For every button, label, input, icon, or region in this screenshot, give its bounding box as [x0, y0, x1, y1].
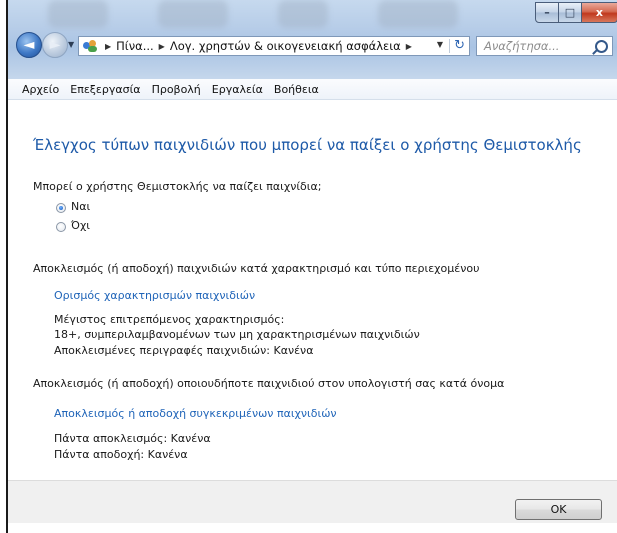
- blocked-descriptors: Αποκλεισμένες περιγραφές παιχνιδιών: Καν…: [54, 344, 314, 357]
- search-input[interactable]: Αναζήτησα...: [476, 36, 613, 56]
- breadcrumb-control-panel[interactable]: Πίνα...: [116, 39, 154, 53]
- main-content: Έλεγχος τύπων παιχνιδιών που μπορεί να π…: [8, 100, 617, 480]
- always-block: Πάντα αποκλεισμός: Κανένα: [54, 432, 211, 445]
- page-title: Έλεγχος τύπων παιχνιδιών που μπορεί να π…: [33, 136, 582, 154]
- ok-button[interactable]: OK: [515, 499, 602, 520]
- breadcrumb-separator[interactable]: ▶: [159, 42, 165, 51]
- address-dropdown-icon[interactable]: ▼: [437, 40, 443, 49]
- dialog-footer: OK: [8, 480, 617, 524]
- breadcrumb-separator[interactable]: ▶: [105, 42, 111, 51]
- family-safety-icon: [83, 39, 99, 53]
- back-button[interactable]: ◄: [16, 32, 42, 58]
- maximize-button[interactable]: □: [558, 2, 582, 23]
- address-divider: [449, 39, 450, 53]
- breadcrumb-separator[interactable]: ▶: [406, 42, 412, 51]
- window-chrome: – □ x ◄ ► ▼ ▶ Πίνα... ▶ Λογ. χρηστών & ο…: [8, 0, 617, 80]
- navigation-bar: ◄ ► ▼ ▶ Πίνα... ▶ Λογ. χρηστών & οικογεν…: [8, 28, 617, 58]
- radio-no[interactable]: [56, 222, 66, 232]
- menu-help[interactable]: Βοήθεια: [274, 83, 319, 96]
- blurred-taskbar-item: [278, 0, 328, 28]
- menu-tools[interactable]: Εργαλεία: [212, 83, 263, 96]
- close-button[interactable]: x: [581, 2, 617, 23]
- forward-button[interactable]: ►: [42, 32, 68, 58]
- radio-no-label[interactable]: Όχι: [71, 219, 90, 232]
- refresh-icon[interactable]: ↻: [454, 38, 465, 53]
- menu-file[interactable]: Αρχείο: [22, 83, 59, 96]
- breadcrumb-user-accounts[interactable]: Λογ. χρηστών & οικογενειακή ασφάλεια: [170, 39, 401, 53]
- menu-edit[interactable]: Επεξεργασία: [70, 83, 140, 96]
- menu-bar: Αρχείο Επεξεργασία Προβολή Εργαλεία Βοήθ…: [8, 79, 617, 100]
- max-rating-value: 18+, συμπεριλαμβανομένων των μη χαρακτηρ…: [54, 328, 420, 341]
- allow-games-question: Μπορεί ο χρήστης Θεμιστοκλής να παίζει π…: [33, 180, 322, 193]
- bottom-edge: [8, 523, 617, 533]
- search-placeholder: Αναζήτησα...: [484, 39, 560, 53]
- blurred-taskbar-item: [378, 0, 458, 28]
- always-allow: Πάντα αποδοχή: Κανένα: [54, 448, 188, 461]
- blurred-taskbar-item: [48, 0, 108, 28]
- rating-section-heading: Αποκλεισμός (ή αποδοχή) παιχνιδιών κατά …: [33, 262, 480, 275]
- block-allow-specific-games-link[interactable]: Αποκλεισμός ή αποδοχή συγκεκριμένων παιχ…: [54, 407, 337, 420]
- radio-yes-label[interactable]: Ναι: [71, 200, 90, 213]
- max-rating-label: Μέγιστος επιτρεπόμενος χαρακτηρισμός:: [54, 313, 285, 326]
- set-game-ratings-link[interactable]: Ορισμός χαρακτηρισμών παιχνιδιών: [54, 289, 255, 302]
- address-bar[interactable]: ▶ Πίνα... ▶ Λογ. χρηστών & οικογενειακή …: [78, 36, 470, 56]
- radio-yes[interactable]: [56, 203, 66, 213]
- menu-view[interactable]: Προβολή: [152, 83, 201, 96]
- blurred-taskbar-item: [158, 0, 228, 28]
- control-panel-window: – □ x ◄ ► ▼ ▶ Πίνα... ▶ Λογ. χρηστών & ο…: [6, 0, 617, 533]
- search-icon[interactable]: [595, 40, 608, 53]
- recent-pages-dropdown-icon[interactable]: ▼: [68, 40, 74, 49]
- minimize-button[interactable]: –: [535, 2, 559, 23]
- caption-buttons: – □ x: [535, 2, 617, 23]
- name-section-heading: Αποκλεισμός (ή αποδοχή) οποιουδήποτε παι…: [33, 377, 505, 390]
